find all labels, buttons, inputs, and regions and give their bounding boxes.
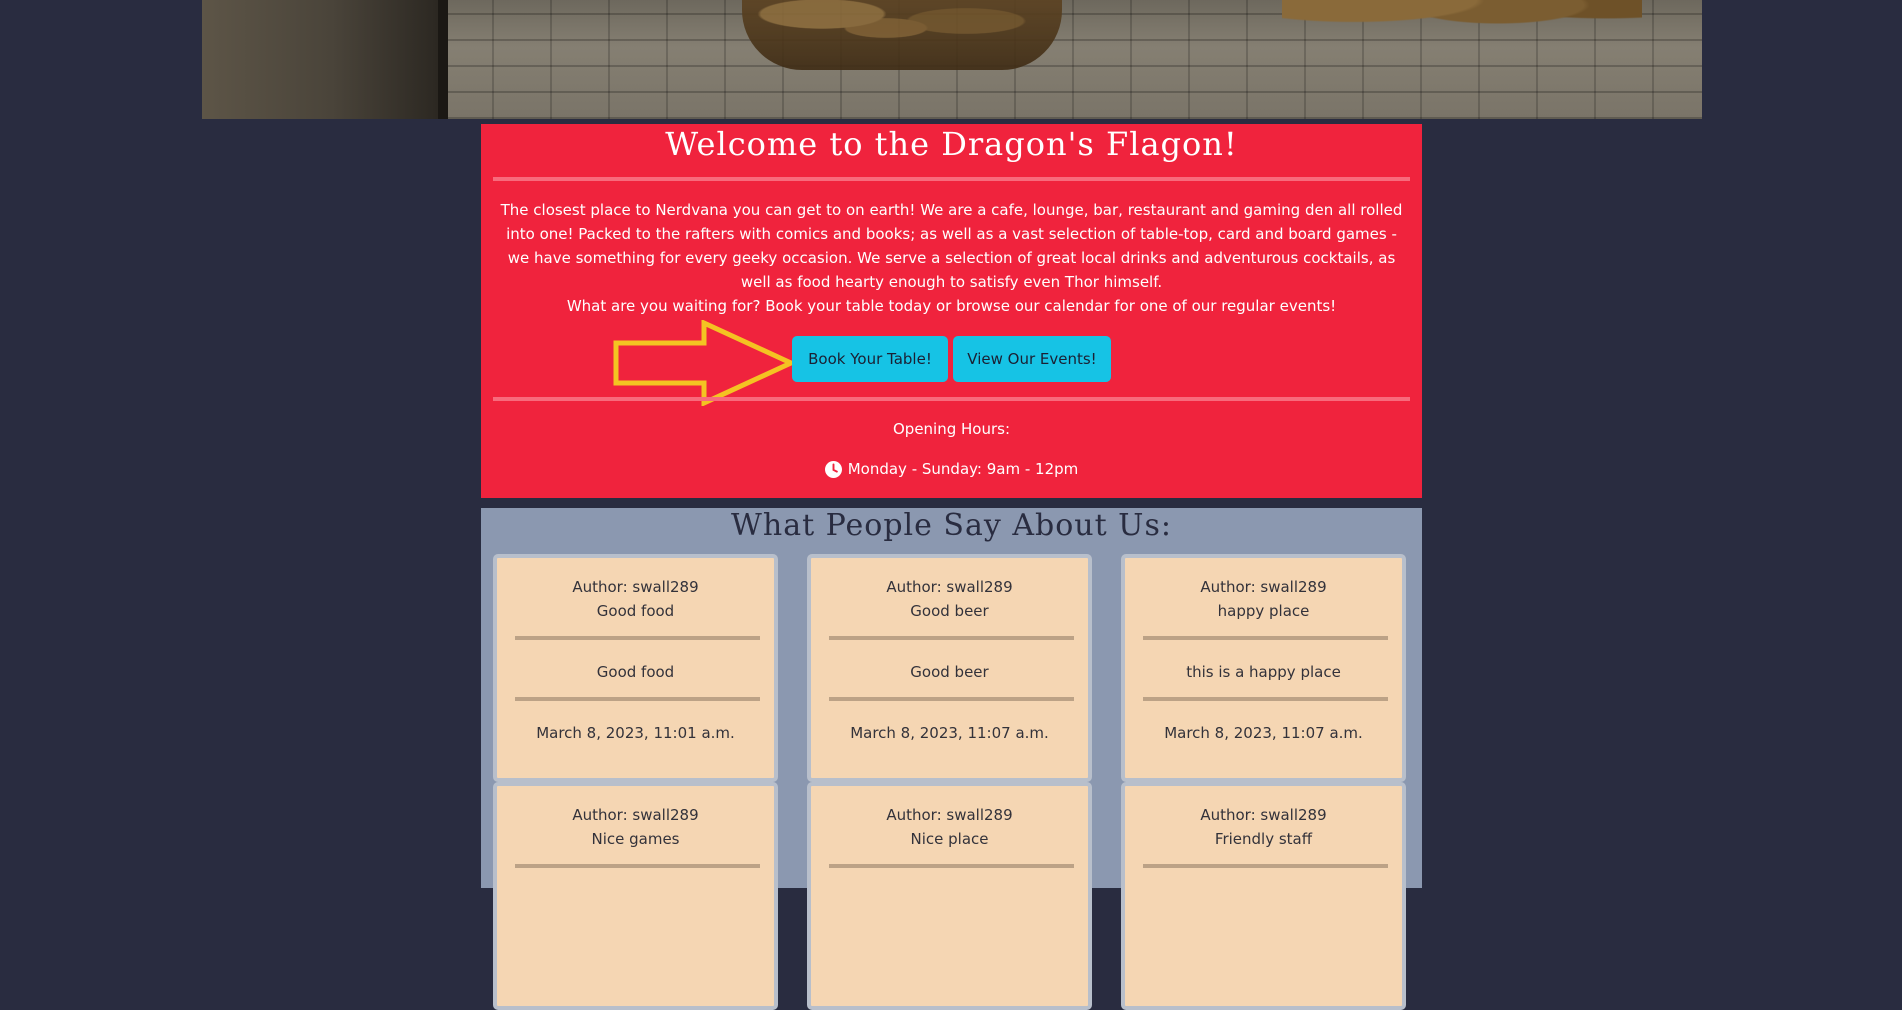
review-divider: [829, 636, 1074, 640]
review-author: Author: swall289: [886, 578, 1013, 596]
welcome-intro: The closest place to Nerdvana you can ge…: [499, 198, 1404, 318]
hero-wall-edge: [438, 0, 448, 119]
review-author: Author: swall289: [1200, 806, 1327, 824]
hero-wall: [202, 0, 438, 119]
review-divider: [829, 864, 1074, 868]
review-title: Good food: [596, 602, 675, 620]
review-author: Author: swall289: [572, 578, 699, 596]
review-date: March 8, 2023, 11:07 a.m.: [850, 724, 1049, 742]
hero-furniture: [742, 0, 1062, 70]
opening-hours: Monday - Sunday: 9am - 12pm: [481, 460, 1422, 478]
review-body: Good food: [596, 663, 675, 681]
hero-image: [202, 0, 1702, 119]
welcome-divider-bottom: [493, 397, 1410, 401]
welcome-title: Welcome to the Dragon's Flagon!: [665, 125, 1238, 163]
review-title: Good beer: [910, 602, 989, 620]
review-title: happy place: [1217, 602, 1310, 620]
reviews-heading: What People Say About Us:: [731, 508, 1172, 543]
opening-hours-label: Opening Hours:: [892, 420, 1011, 438]
welcome-section: Welcome to the Dragon's Flagon! The clos…: [481, 124, 1422, 498]
review-title: Friendly staff: [1214, 830, 1313, 848]
review-date: March 8, 2023, 11:07 a.m.: [1164, 724, 1363, 742]
review-divider: [1143, 697, 1388, 701]
review-divider: [515, 864, 760, 868]
review-author: Author: swall289: [572, 806, 699, 824]
hero-chairs: [1282, 0, 1642, 50]
review-divider: [515, 636, 760, 640]
review-divider: [1143, 864, 1388, 868]
book-table-button[interactable]: Book Your Table!: [792, 336, 948, 382]
intro-text: The closest place to Nerdvana you can ge…: [500, 201, 1403, 291]
review-card: Author: swall289 Nice place: [807, 782, 1092, 1010]
reviews-section: What People Say About Us: Author: swall2…: [481, 508, 1422, 1010]
opening-hours-text: Monday - Sunday: 9am - 12pm: [847, 460, 1079, 478]
review-divider: [1143, 636, 1388, 640]
review-author: Author: swall289: [1200, 578, 1327, 596]
review-body: this is a happy place: [1186, 663, 1341, 681]
review-title: Nice place: [910, 830, 989, 848]
review-card: Author: swall289 Good food Good food Mar…: [493, 554, 778, 782]
view-events-button[interactable]: View Our Events!: [953, 336, 1111, 382]
review-divider: [515, 697, 760, 701]
review-divider: [829, 697, 1074, 701]
cta-text: What are you waiting for? Book your tabl…: [566, 297, 1337, 315]
arrow-right-icon: [613, 320, 795, 406]
review-body: Good beer: [910, 663, 989, 681]
review-card: Author: swall289 happy place this is a h…: [1121, 554, 1406, 782]
review-card: Author: swall289 Friendly staff: [1121, 782, 1406, 1010]
review-author: Author: swall289: [886, 806, 1013, 824]
review-card: Author: swall289 Nice games: [493, 782, 778, 1010]
review-date: March 8, 2023, 11:01 a.m.: [536, 724, 735, 742]
review-card: Author: swall289 Good beer Good beer Mar…: [807, 554, 1092, 782]
review-title: Nice games: [591, 830, 680, 848]
welcome-divider-top: [493, 177, 1410, 181]
clock-icon: [824, 460, 842, 478]
